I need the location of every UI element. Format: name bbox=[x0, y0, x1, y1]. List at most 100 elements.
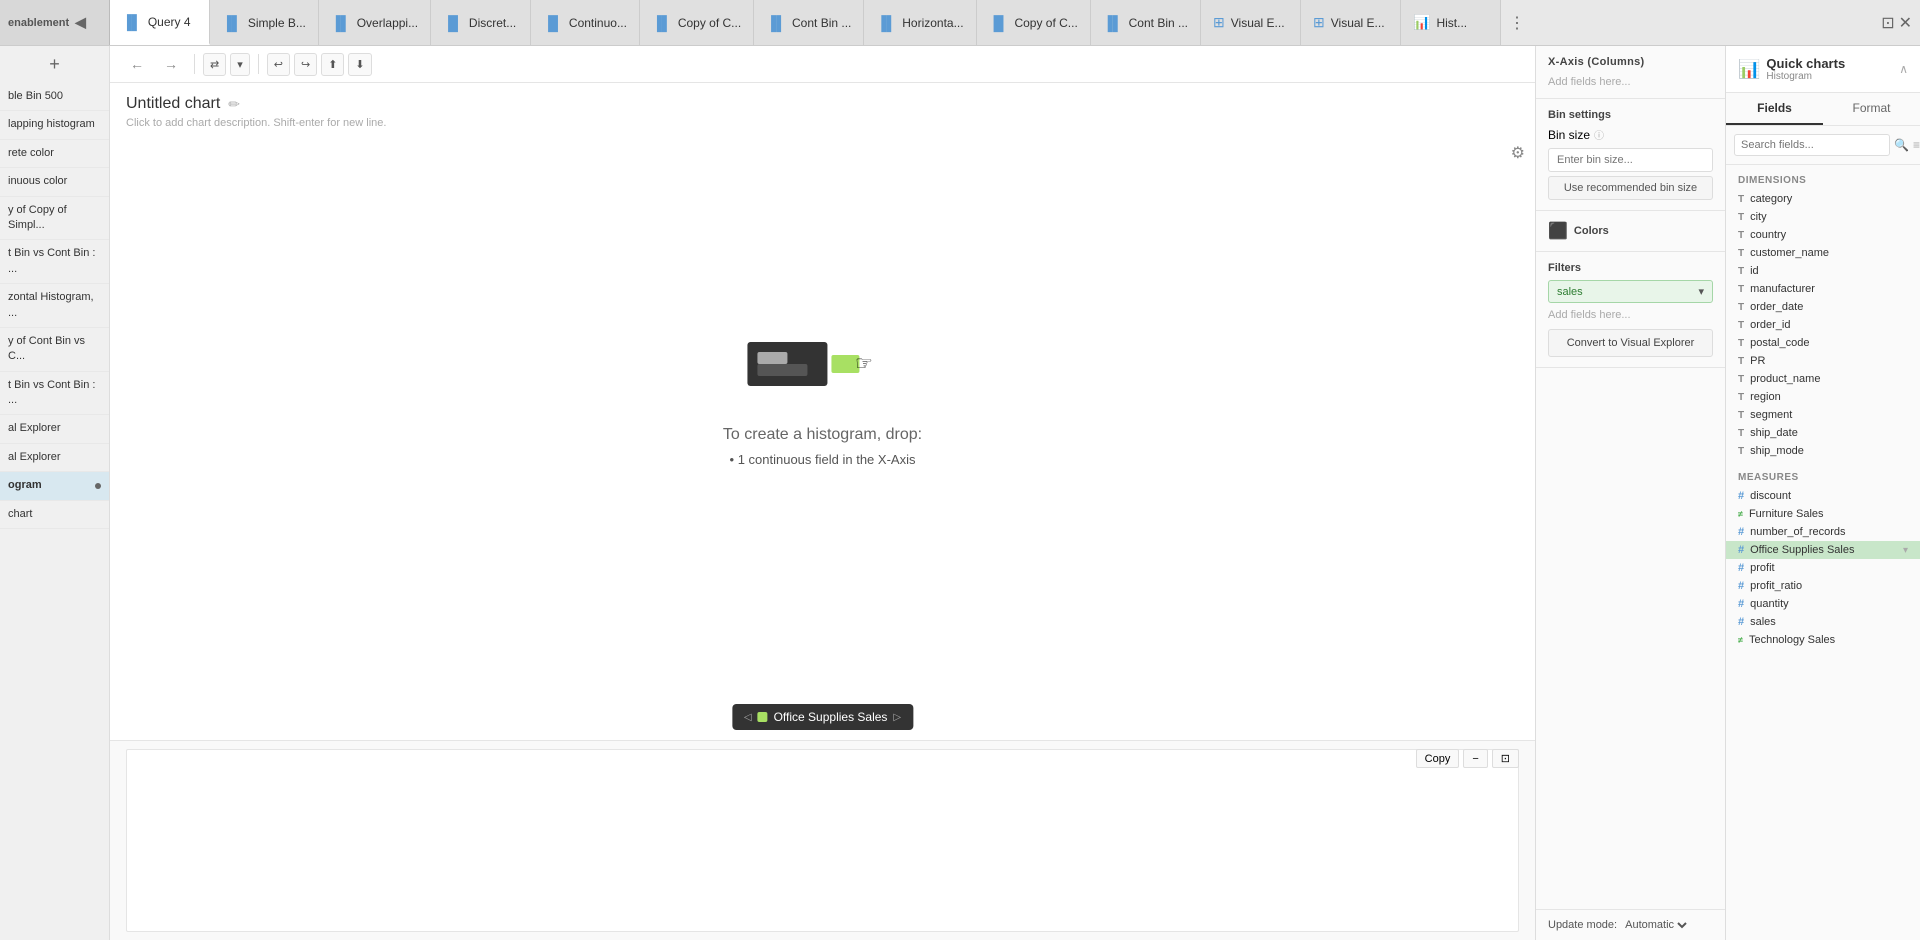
sidebar-item-ogram[interactable]: ogram bbox=[0, 472, 109, 500]
sidebar-item-bin-cont2[interactable]: t Bin vs Cont Bin : ... bbox=[0, 372, 109, 416]
update-mode-dropdown[interactable]: Automatic bbox=[1621, 918, 1690, 932]
field-furniture-sales[interactable]: ≠ Furniture Sales bbox=[1726, 505, 1920, 523]
measures-group-label: Measures bbox=[1726, 468, 1920, 487]
tab-label: Discret... bbox=[469, 16, 516, 30]
tab-visual-e1[interactable]: ⊞ Visual E... bbox=[1201, 0, 1301, 45]
convert-to-visual-btn[interactable]: Convert to Visual Explorer bbox=[1548, 329, 1713, 357]
tab-visual-e2[interactable]: ⊞ Visual E... bbox=[1301, 0, 1401, 45]
tab-bar-icon: ▐▌ bbox=[652, 15, 672, 31]
field-profit-ratio[interactable]: # profit_ratio bbox=[1726, 577, 1920, 595]
dimensions-group-label: Dimensions bbox=[1726, 171, 1920, 190]
tab-bar-icon: ▐▌ bbox=[122, 14, 142, 30]
qc-collapse-btn[interactable]: ∧ bbox=[1899, 62, 1908, 76]
field-product-name[interactable]: T product_name bbox=[1726, 370, 1920, 388]
field-office-supplies-sales[interactable]: # Office Supplies Sales ▾ bbox=[1726, 541, 1920, 559]
sidebar-item-copy-simpl[interactable]: y of Copy of Simpl... bbox=[0, 197, 109, 241]
sidebar-item-al-explorer2[interactable]: al Explorer bbox=[0, 444, 109, 472]
field-segment[interactable]: T segment bbox=[1726, 406, 1920, 424]
bin-recommend-btn[interactable]: Use recommended bin size bbox=[1548, 176, 1713, 200]
tab-more-btn[interactable]: ⋮ bbox=[1501, 0, 1533, 45]
field-manufacturer[interactable]: T manufacturer bbox=[1726, 280, 1920, 298]
sidebar-item-chart[interactable]: chart bbox=[0, 501, 109, 529]
field-toggle-icon[interactable]: ▾ bbox=[1903, 545, 1908, 556]
field-order-id[interactable]: T order_id bbox=[1726, 316, 1920, 334]
sidebar-add-btn[interactable]: + bbox=[0, 46, 109, 83]
toolbar-sort-desc-btn[interactable]: ⬇ bbox=[348, 53, 371, 76]
field-quantity[interactable]: # quantity bbox=[1726, 595, 1920, 613]
sidebar-item-inuous-color[interactable]: inuous color bbox=[0, 168, 109, 196]
filter-pill[interactable]: sales ▾ bbox=[1548, 280, 1713, 303]
tab-cont-bin2[interactable]: ▐▌ Cont Bin ... bbox=[1091, 0, 1201, 45]
toolbar-dropdown-btn[interactable]: ▾ bbox=[230, 53, 250, 76]
tab-overlapping[interactable]: ▐▌ Overlappi... bbox=[319, 0, 431, 45]
sidebar-item-zontal[interactable]: zontal Histogram, ... bbox=[0, 284, 109, 328]
bin-info-icon[interactable]: ⓘ bbox=[1594, 127, 1604, 142]
tab-format[interactable]: Format bbox=[1823, 93, 1920, 125]
field-id[interactable]: T id bbox=[1726, 262, 1920, 280]
field-customer-name[interactable]: T customer_name bbox=[1726, 244, 1920, 262]
field-postal-code[interactable]: T postal_code bbox=[1726, 334, 1920, 352]
field-number-of-records[interactable]: # number_of_records bbox=[1726, 523, 1920, 541]
bin-settings-label-row: Bin settings bbox=[1548, 109, 1713, 121]
fullscreen-chart-btn[interactable]: ⊡ bbox=[1492, 749, 1519, 768]
field-t-icon: T bbox=[1738, 446, 1744, 457]
toolbar-swap-btn[interactable]: ⇄ bbox=[203, 53, 226, 76]
tab-simple-b[interactable]: ▐▌ Simple B... bbox=[210, 0, 319, 45]
tab-horizontal[interactable]: ▐▌ Horizonta... bbox=[864, 0, 976, 45]
fields-body: Dimensions T category T city T country T… bbox=[1726, 165, 1920, 940]
sidebar-toggle-icon[interactable]: ◀ bbox=[75, 14, 86, 31]
field-t-icon: T bbox=[1738, 248, 1744, 259]
field-technology-sales[interactable]: ≠ Technology Sales bbox=[1726, 631, 1920, 649]
field-order-date[interactable]: T order_date bbox=[1726, 298, 1920, 316]
filter-add-fields[interactable]: Add fields here... bbox=[1548, 309, 1713, 321]
sidebar-item-lapping[interactable]: lapping histogram bbox=[0, 111, 109, 139]
chart-bottom-actions: Copy − ⊡ bbox=[1416, 749, 1519, 768]
tab-bar-icon: ▐▌ bbox=[331, 15, 351, 31]
tab-query4[interactable]: ▐▌ Query 4 bbox=[110, 0, 210, 45]
chart-edit-icon[interactable]: ✏ bbox=[228, 96, 240, 113]
tab-continuous[interactable]: ▐▌ Continuo... bbox=[531, 0, 640, 45]
nav-back-btn[interactable]: ← bbox=[122, 52, 152, 76]
field-profit[interactable]: # profit bbox=[1726, 559, 1920, 577]
tab-cont-bin1[interactable]: ▐▌ Cont Bin ... bbox=[754, 0, 864, 45]
tab-copy-c2[interactable]: ▐▌ Copy of C... bbox=[977, 0, 1091, 45]
toolbar-redo-btn[interactable]: ↪ bbox=[294, 53, 317, 76]
field-category[interactable]: T category bbox=[1726, 190, 1920, 208]
tab-hist[interactable]: 📊 Hist... bbox=[1401, 0, 1501, 45]
tab-close-icon[interactable]: ✕ bbox=[1899, 13, 1912, 33]
filter-dropdown-icon[interactable]: ▾ bbox=[1698, 285, 1704, 298]
chart-settings-btn[interactable]: ⚙ bbox=[1511, 143, 1525, 163]
update-mode-label: Update mode: bbox=[1548, 919, 1617, 931]
copy-chart-btn[interactable]: Copy bbox=[1416, 749, 1460, 768]
bin-size-input[interactable] bbox=[1548, 148, 1713, 172]
sidebar-item-rete-color[interactable]: rete color bbox=[0, 140, 109, 168]
filters-section: Filters sales ▾ Add fields here... Conve… bbox=[1536, 252, 1725, 368]
search-icon[interactable]: 🔍 bbox=[1894, 138, 1909, 152]
tab-fields[interactable]: Fields bbox=[1726, 93, 1823, 125]
sidebar-item-al-explorer1[interactable]: al Explorer bbox=[0, 415, 109, 443]
chart-description[interactable]: Click to add chart description. Shift-en… bbox=[126, 117, 1519, 129]
search-input[interactable] bbox=[1734, 134, 1890, 156]
sidebar-item-ble-bin[interactable]: ble Bin 500 bbox=[0, 83, 109, 111]
sidebar-item-cont-bin-c[interactable]: y of Cont Bin vs C... bbox=[0, 328, 109, 372]
search-filter-icon[interactable]: ≡ bbox=[1913, 138, 1920, 152]
nav-forward-btn[interactable]: → bbox=[156, 52, 186, 76]
toolbar-sort-asc-btn[interactable]: ⬆ bbox=[321, 53, 344, 76]
field-pr[interactable]: T PR bbox=[1726, 352, 1920, 370]
tab-label: Query 4 bbox=[148, 15, 191, 29]
xaxis-section: X-Axis (Columns) Add fields here... bbox=[1536, 46, 1725, 99]
tab-discrete[interactable]: ▐▌ Discret... bbox=[431, 0, 531, 45]
field-ship-mode[interactable]: T ship_mode bbox=[1726, 442, 1920, 460]
field-region[interactable]: T region bbox=[1726, 388, 1920, 406]
expand-chart-btn[interactable]: − bbox=[1463, 749, 1487, 768]
field-discount[interactable]: # discount bbox=[1726, 487, 1920, 505]
sidebar-item-bin-cont1[interactable]: t Bin vs Cont Bin : ... bbox=[0, 240, 109, 284]
xaxis-add-fields[interactable]: Add fields here... bbox=[1548, 76, 1713, 88]
field-city[interactable]: T city bbox=[1726, 208, 1920, 226]
field-country[interactable]: T country bbox=[1726, 226, 1920, 244]
tab-restore-icon[interactable]: ⊡ bbox=[1881, 13, 1894, 33]
field-sales[interactable]: # sales bbox=[1726, 613, 1920, 631]
field-ship-date[interactable]: T ship_date bbox=[1726, 424, 1920, 442]
tab-copy-c1[interactable]: ▐▌ Copy of C... bbox=[640, 0, 754, 45]
toolbar-undo-btn[interactable]: ↩ bbox=[267, 53, 290, 76]
